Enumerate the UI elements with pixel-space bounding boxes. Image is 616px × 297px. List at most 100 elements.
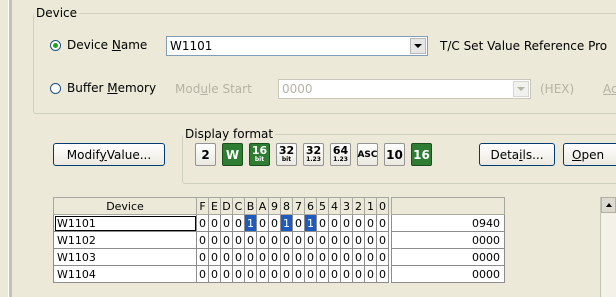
table-row[interactable]: W1103 0 0 0 0 0 0 0 0 0 0 0 0 0 0 0 0 0000 <box>53 248 505 266</box>
bit-cell[interactable]: 0 <box>196 214 209 232</box>
bit-cell[interactable]: 0 <box>316 214 329 232</box>
bit-cell[interactable]: 0 <box>256 248 269 266</box>
bit-cell[interactable]: 0 <box>220 265 233 283</box>
value-cell[interactable]: 0000 <box>391 248 505 266</box>
device-cell[interactable]: W1104 <box>53 265 197 283</box>
device-name-option[interactable]: Device Name <box>50 38 147 52</box>
bit-cell[interactable]: 0 <box>304 265 317 283</box>
format-32bit-button[interactable]: 32 bit <box>276 143 297 166</box>
bit-cell[interactable]: 0 <box>328 214 341 232</box>
bit-cell[interactable]: 0 <box>328 265 341 283</box>
device-cell[interactable]: W1102 <box>53 231 197 249</box>
bit-cell[interactable]: 0 <box>208 214 221 232</box>
bit-cell[interactable]: 0 <box>340 248 353 266</box>
scroll-up-icon[interactable] <box>601 197 616 213</box>
device-name-combo[interactable]: W1101 <box>166 36 428 56</box>
bit-cell[interactable]: 0 <box>256 231 269 249</box>
buffer-memory-option[interactable]: Buffer Memory <box>50 81 156 95</box>
format-16bit-button[interactable]: 16 bit <box>249 143 270 166</box>
bit-cell[interactable]: 0 <box>340 231 353 249</box>
bit-cell[interactable]: 0 <box>280 231 293 249</box>
buffer-memory-radio[interactable] <box>50 82 61 94</box>
bit-cell[interactable]: 0 <box>220 231 233 249</box>
bit-cell[interactable]: 0 <box>208 248 221 266</box>
bit-cell[interactable]: 0 <box>364 248 377 266</box>
bit-cell[interactable]: 0 <box>232 248 245 266</box>
chevron-down-icon[interactable] <box>513 81 529 97</box>
device-name-radio[interactable] <box>50 39 61 51</box>
bit-cell[interactable]: 0 <box>196 248 209 266</box>
bit-cell[interactable]: 0 <box>364 214 377 232</box>
format-ascii-button[interactable]: ASC <box>357 143 378 166</box>
bit-cell[interactable]: 0 <box>280 265 293 283</box>
bit-cell[interactable]: 0 <box>232 214 245 232</box>
bit-cell[interactable]: 0 <box>232 265 245 283</box>
bit-cell[interactable]: 0 <box>364 265 377 283</box>
table-row[interactable]: W1102 0 0 0 0 0 0 0 0 0 0 0 0 0 0 0 0 0000 <box>53 231 505 249</box>
format-hex-button[interactable]: 16 <box>411 143 432 166</box>
bit-cell[interactable]: 0 <box>328 248 341 266</box>
bit-cell[interactable]: 0 <box>316 248 329 266</box>
bit-cell[interactable]: 0 <box>268 214 281 232</box>
bit-cell[interactable]: 0 <box>352 214 365 232</box>
bit-cell[interactable]: 0 <box>268 248 281 266</box>
bit-cell[interactable]: 0 <box>268 231 281 249</box>
bit-cell[interactable]: 0 <box>376 265 389 283</box>
bit-cell[interactable]: 0 <box>340 265 353 283</box>
details-button[interactable]: Deta i ls... <box>479 143 555 166</box>
module-start-combo[interactable]: 0000 <box>278 79 531 99</box>
table-row[interactable]: W1104 0 0 0 0 0 0 0 0 0 0 0 0 0 0 0 0 0000 <box>53 265 505 283</box>
bit-cell[interactable]: 0 <box>208 265 221 283</box>
bit-cell[interactable]: 0 <box>376 248 389 266</box>
bit-cell[interactable]: 0 <box>316 265 329 283</box>
bit-cell[interactable]: 0 <box>328 231 341 249</box>
bit-cell[interactable]: 0 <box>352 231 365 249</box>
bit-cell[interactable]: 0 <box>364 231 377 249</box>
bit-cell[interactable]: 0 <box>376 214 389 232</box>
bit-cell[interactable]: 0 <box>244 231 257 249</box>
format-64bit-float-button[interactable]: 64 1.23 <box>330 143 351 166</box>
bit-cell[interactable]: 0 <box>220 248 233 266</box>
bit-cell[interactable]: 0 <box>244 248 257 266</box>
device-cell[interactable]: W1103 <box>53 248 197 266</box>
bit-cell[interactable]: 0 <box>232 231 245 249</box>
bit-cell[interactable]: 0 <box>196 231 209 249</box>
format-word-button[interactable]: W <box>222 143 243 166</box>
chevron-down-icon[interactable] <box>410 38 426 54</box>
bit-cell[interactable]: 1 <box>280 214 293 232</box>
bit-header: E <box>208 197 221 215</box>
format-binary-2-button[interactable]: 2 <box>195 143 216 166</box>
bit-cell[interactable]: 1 <box>244 214 257 232</box>
bit-cell[interactable]: 0 <box>292 214 305 232</box>
bit-cell[interactable]: 0 <box>304 248 317 266</box>
modify-value-button[interactable]: Modif y Value... <box>53 143 165 166</box>
bit-cell[interactable]: 0 <box>256 214 269 232</box>
vertical-scrollbar[interactable] <box>600 197 616 297</box>
open-button[interactable]: Open <box>563 143 616 166</box>
bit-cell[interactable]: 0 <box>316 231 329 249</box>
bit-cell[interactable]: 0 <box>208 231 221 249</box>
bit-cell[interactable]: 0 <box>292 265 305 283</box>
bit-cell[interactable]: 1 <box>304 214 317 232</box>
bit-cell[interactable]: 0 <box>280 248 293 266</box>
bit-cell[interactable]: 0 <box>376 231 389 249</box>
value-cell[interactable]: 0000 <box>391 265 505 283</box>
bit-cell[interactable]: 0 <box>340 214 353 232</box>
bit-cell[interactable]: 0 <box>352 265 365 283</box>
bit-cell[interactable]: 0 <box>256 265 269 283</box>
bit-cell[interactable]: 0 <box>220 214 233 232</box>
format-decimal-button[interactable]: 10 <box>384 143 405 166</box>
table-row[interactable]: W1101 0 0 0 0 1 0 0 1 0 1 0 0 0 0 0 0 0940 <box>53 214 505 232</box>
bit-cell[interactable]: 0 <box>244 265 257 283</box>
device-cell[interactable]: W1101 <box>53 214 197 232</box>
bit-cell[interactable]: 0 <box>304 231 317 249</box>
bit-cell[interactable]: 0 <box>196 265 209 283</box>
bit-cell[interactable]: 0 <box>292 248 305 266</box>
value-cell[interactable]: 0000 <box>391 231 505 249</box>
bit-cell[interactable]: 0 <box>292 231 305 249</box>
bit-cell[interactable]: 0 <box>268 265 281 283</box>
format-32bit-float-button[interactable]: 32 1.23 <box>303 143 324 166</box>
value-cell[interactable]: 0940 <box>391 214 505 232</box>
bit-cell[interactable]: 0 <box>352 248 365 266</box>
device-name-value: W1101 <box>170 39 213 53</box>
